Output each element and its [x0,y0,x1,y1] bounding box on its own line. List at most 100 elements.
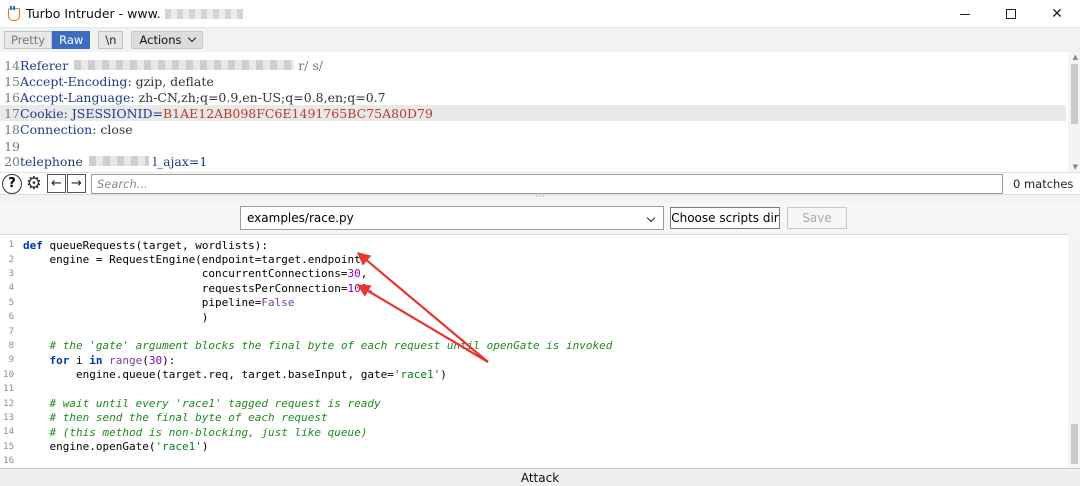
redacted-text [88,156,149,166]
actions-dropdown[interactable]: Actions [131,31,203,49]
request-line: 19 [0,138,1066,154]
code-line-number: 10 [3,369,14,380]
code-line: 2 engine = RequestEngine(endpoint=target… [0,252,1066,266]
maximize-button[interactable] [988,0,1034,28]
redacted-text [74,60,295,70]
code-line: 8 # the 'gate' argument blocks the final… [0,339,1066,353]
code-line-number: 7 [8,326,14,337]
script-code-editor[interactable]: 1 def queueRequests(target, wordlists): 2 … [0,234,1080,468]
request-line: 14 Referer r/ s/ [0,57,1066,73]
arrow-right-icon[interactable]: → [67,174,86,193]
chevron-down-icon [646,213,656,223]
header-value: : zh-CN,zh;q=0.9,en-US;q=0.8,en;q=0.7 [130,89,386,105]
code-token: i [69,353,90,367]
code-line-number: 1 [8,240,14,251]
line-number: 14 [4,57,20,73]
line-number: 15 [4,73,20,89]
actions-label: Actions [139,33,182,47]
code-line: 14 # (this method is non-blocking, just … [0,425,1066,439]
request-line: 15 Accept-Encoding: gzip, deflate [0,73,1066,89]
code-line: 5 pipeline= False [0,296,1066,310]
code-token: False [261,296,295,310]
minimize-button[interactable] [942,0,988,28]
match-count: 0 matches [1013,176,1074,191]
code-line: 15 engine.openGate('race1') [0,440,1066,454]
window-title: Turbo Intruder - www. [26,6,161,21]
code-token: # (this method is non-blocking, just lik… [23,425,368,439]
code-line-number: 16 [3,456,14,467]
line-number: 19 [4,138,20,154]
code-scroll-thumb[interactable] [1071,424,1078,464]
code-token: 100 [347,281,368,295]
arrow-left-icon[interactable]: ← [47,174,66,193]
request-scroll-thumb[interactable] [1071,64,1078,124]
code-line-number: 14 [3,427,14,438]
window-titlebar: Turbo Intruder - www. ✕ [0,0,1080,28]
line-number: 16 [4,89,20,105]
pane-splitter[interactable]: ⋯ [0,193,1080,202]
raw-button[interactable]: Raw [52,31,91,49]
code-token: engine = RequestEngine(endpoint=target.e… [23,253,368,267]
code-token: # the 'gate' argument blocks the final b… [23,339,613,353]
code-token: ) [23,310,209,324]
code-token: range [109,353,143,367]
code-token: 'race1' [393,368,441,382]
title-redaction [164,8,243,19]
newline-toggle-button[interactable]: \n [98,31,124,49]
chevron-down-icon [187,33,196,43]
header-key: Accept-Language [20,89,131,105]
request-editor[interactable]: 14 Referer r/ s/15 Accept-Encoding: gzip, d… [0,52,1080,172]
attack-button[interactable]: Attack [0,468,1080,486]
code-token: queueRequests(target, wordlists): [42,238,269,252]
help-icon[interactable]: ? [2,173,22,194]
code-token: # wait until every 'race1' tagged reques… [23,397,381,411]
editor-toolbar: Pretty Raw \n Actions [0,28,1080,52]
code-token: 30 [347,267,361,281]
code-token: ): [162,353,176,367]
code-token: for [23,353,70,367]
cookie-value: B1AE12AB098FC6E1491765BC75A80D79 [162,105,433,121]
header-value: : close [92,121,133,137]
request-scrollbar[interactable]: ▲ ▼ [1068,52,1080,172]
pretty-button[interactable]: Pretty [4,31,53,49]
code-line: 6 ) [0,310,1066,324]
save-button[interactable]: Save [787,207,847,229]
header-value-tail: l_ajax=1 [152,153,208,169]
code-token: ) [201,440,209,454]
maximize-icon [1006,9,1016,19]
header-key: Accept-Encoding [20,73,128,89]
header-key: telephone [20,153,83,169]
window-controls: ✕ [942,0,1080,28]
request-line: 18 Connection: close [0,121,1066,137]
code-token: # then send the final byte of each reque… [23,411,328,425]
close-button[interactable]: ✕ [1034,0,1080,28]
code-line: 3 concurrentConnections= 30, [0,267,1066,281]
code-line-number: 12 [3,398,14,409]
line-number: 18 [4,121,20,137]
script-bar: examples/race.py Choose scripts dir Save [0,202,1080,234]
script-select[interactable]: examples/race.py [240,206,664,230]
code-line-number: 11 [3,384,14,395]
header-value: : JSESSIONID= [63,105,163,121]
header-value: : gzip, deflate [127,73,214,89]
header-value-tail: r/ s/ [298,57,323,73]
code-scrollbar[interactable] [1068,234,1080,468]
scroll-down-icon[interactable]: ▼ [1073,163,1078,171]
java-app-icon [6,5,20,21]
code-token: 30 [148,353,163,367]
line-number: 17 [4,105,20,121]
code-token: requestsPerConnection= [23,281,348,295]
search-input[interactable] [91,173,1003,194]
choose-scripts-dir-button[interactable]: Choose scripts dir [670,207,780,229]
code-line-number: 4 [8,283,14,294]
scroll-up-icon[interactable]: ▲ [1073,53,1078,61]
code-token: , [360,267,368,281]
code-token: engine.queue(target.req, target.baseInpu… [23,368,394,382]
code-line-number: 8 [8,340,14,351]
code-token: , [367,281,375,295]
code-line: 1 def queueRequests(target, wordlists): [0,238,1066,252]
gear-icon[interactable]: ⚙ [24,173,44,194]
code-line-number: 6 [8,312,14,323]
header-key: Cookie [20,105,64,121]
